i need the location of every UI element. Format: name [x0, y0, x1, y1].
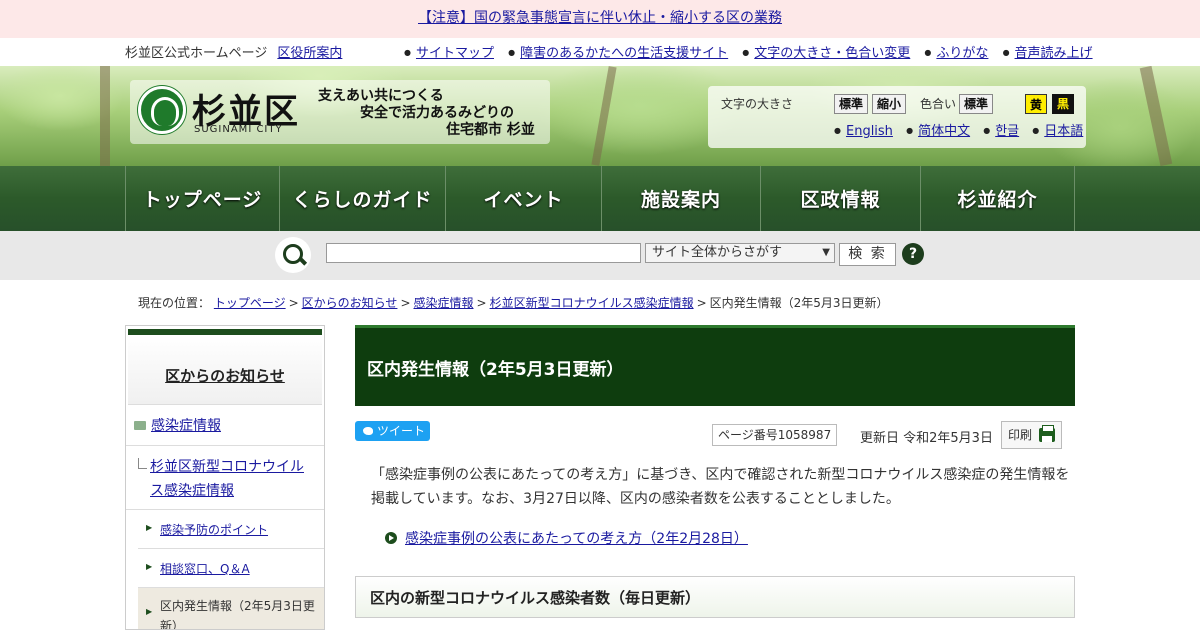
breadcrumb-link[interactable]: 感染症情報 [414, 296, 474, 310]
guideline-link-item: 感染症事例の公表にあたっての考え方（2年2月28日） [385, 528, 748, 548]
sidebar-subcategory: 杉並区新型コロナウイルス感染症情報 [126, 446, 324, 510]
updated-date: 更新日 令和2年5月3日 [860, 431, 993, 446]
print-button[interactable]: 印刷 [1001, 421, 1062, 449]
guideline-link[interactable]: 感染症事例の公表にあたっての考え方（2年2月28日） [405, 531, 748, 547]
lang-japanese-link[interactable]: 日本語 [1044, 124, 1083, 139]
section-heading: 区内の新型コロナウイルス感染者数（毎日更新） [355, 576, 1075, 618]
sidebar-category-link[interactable]: 感染症情報 [151, 418, 221, 434]
furigana-link[interactable]: ふりがな [936, 46, 988, 61]
dropdown-arrow-icon: ▼ [822, 247, 830, 258]
printer-icon [1039, 425, 1055, 442]
page-number: ページ番号1058987 [712, 424, 838, 446]
sidebar-category: 感染症情報 [126, 405, 324, 446]
intro-paragraph: 「感染症事例の公表にあたっての考え方」に基づき、区内で確認された新型コロナウイル… [371, 467, 1070, 507]
sitemap-link[interactable]: サイトマップ [416, 46, 494, 61]
help-icon[interactable]: ? [902, 243, 924, 265]
nav-administration[interactable]: 区政情報 [760, 166, 920, 231]
read-aloud-link[interactable]: 音声読み上げ [1015, 46, 1093, 61]
twitter-bird-icon [363, 427, 373, 435]
tweet-label: ツイート [377, 424, 426, 438]
tree-trunk-decoration [591, 66, 617, 166]
page-title: 区内発生情報（2年5月3日更新） [355, 325, 1075, 406]
text-size-color-link[interactable]: 文字の大きさ・色合い変更 [754, 46, 910, 61]
color-yellow-button[interactable]: 黄 [1025, 94, 1047, 114]
tagline-line: 支えあい共につくる [318, 88, 444, 104]
alert-bar: 【注意】国の緊急事態宣言に伴い休止・縮小する区の業務 [0, 0, 1200, 38]
search-scope-value: サイト全体からさがす [652, 245, 783, 260]
tagline: 支えあい共につくる 安全で活力あるみどりの 住宅都市 杉並 [318, 88, 535, 139]
nav-top[interactable]: トップページ [125, 166, 279, 231]
sidebar-item: 相談窓口、Q＆A [138, 549, 324, 588]
sidebar: 区からのお知らせ 感染症情報 杉並区新型コロナウイルス感染症情報 感染予防のポイ… [125, 325, 325, 630]
breadcrumb-link[interactable]: 杉並区新型コロナウイルス感染症情報 [490, 296, 694, 310]
search-input[interactable] [326, 243, 641, 263]
language-links: English 简体中文 한글 日本語 [834, 120, 1092, 139]
header-banner: 杉並区 SUGINAMI CITY 支えあい共につくる 安全で活力あるみどりの … [0, 66, 1200, 166]
folder-icon [134, 421, 146, 430]
office-info-link[interactable]: 区役所案内 [277, 46, 342, 61]
link-bullet-icon [385, 532, 397, 544]
sidebar-item-current: 区内発生情報（2年5月3日更新） [160, 599, 315, 630]
nav-about[interactable]: 杉並紹介 [920, 166, 1075, 231]
sidebar-item-prevention[interactable]: 感染予防のポイント [160, 523, 268, 537]
utility-links: サイトマップ 障害のあるかたへの生活支援サイト 文字の大きさ・色合い変更 ふりが… [404, 42, 1103, 61]
font-standard-button[interactable]: 標準 [834, 94, 869, 114]
font-size-label: 文字の大きさ [721, 97, 794, 111]
color-label: 色合い [920, 97, 957, 111]
tagline-line: 住宅都市 杉並 [446, 122, 535, 138]
font-shrink-button[interactable]: 縮小 [872, 94, 907, 114]
sidebar-item-consultation[interactable]: 相談窓口、Q＆A [160, 562, 250, 576]
sidebar-item: 感染予防のポイント [138, 510, 324, 549]
disability-support-link[interactable]: 障害のあるかたへの生活支援サイト [520, 46, 728, 61]
tweet-button[interactable]: ツイート [355, 421, 430, 441]
tree-trunk-decoration [1139, 66, 1173, 166]
search-scope-select[interactable]: サイト全体からさがす ▼ [645, 243, 835, 263]
breadcrumb-label: 現在の位置： [138, 296, 211, 310]
search-button[interactable]: 検 索 [839, 243, 896, 266]
nav-facilities[interactable]: 施設案内 [601, 166, 760, 231]
lang-chinese-link[interactable]: 简体中文 [918, 124, 970, 139]
site-name-area: 杉並区公式ホームページ 区役所案内 [125, 42, 342, 61]
breadcrumb: 現在の位置： トップページ > 区からのお知らせ > 感染症情報 > 杉並区新型コロナウイル… [138, 296, 889, 310]
tagline-line: 安全で活力あるみどりの [360, 105, 514, 121]
sidebar-item-active: 区内発生情報（2年5月3日更新） [138, 588, 324, 630]
search-bar: サイト全体からさがす ▼ 検 索 ? [0, 231, 1200, 280]
color-black-button[interactable]: 黒 [1052, 94, 1074, 114]
global-nav: トップページ くらしのガイド イベント 施設案内 区政情報 杉並紹介 [0, 166, 1200, 231]
breadcrumb-link[interactable]: 区からのお知らせ [302, 296, 398, 310]
city-emblem-icon[interactable] [138, 86, 186, 134]
nav-events[interactable]: イベント [445, 166, 601, 231]
breadcrumb-link[interactable]: トップページ [214, 296, 286, 310]
sidebar-subcategory-link[interactable]: 杉並区新型コロナウイルス感染症情報 [150, 459, 304, 499]
site-name: 杉並区公式ホームページ [125, 46, 268, 61]
tree-trunk-decoration [100, 66, 110, 166]
nav-living-guide[interactable]: くらしのガイド [279, 166, 445, 231]
logo-subtitle: SUGINAMI CITY [194, 124, 283, 135]
print-label: 印刷 [1008, 428, 1033, 442]
lang-english-link[interactable]: English [846, 124, 893, 139]
utility-bar: 杉並区公式ホームページ区役所案内 サイトマップ 障害のあるかたへの生活支援サイト… [0, 38, 1200, 66]
color-standard-button[interactable]: 標準 [959, 94, 994, 114]
alert-link[interactable]: 【注意】国の緊急事態宣言に伴い休止・縮小する区の業務 [418, 10, 782, 26]
sidebar-title[interactable]: 区からのお知らせ [128, 335, 322, 405]
lang-korean-link[interactable]: 한글 [995, 124, 1019, 139]
search-icon [275, 237, 311, 273]
breadcrumb-current: 区内発生情報（2年5月3日更新） [709, 296, 889, 310]
